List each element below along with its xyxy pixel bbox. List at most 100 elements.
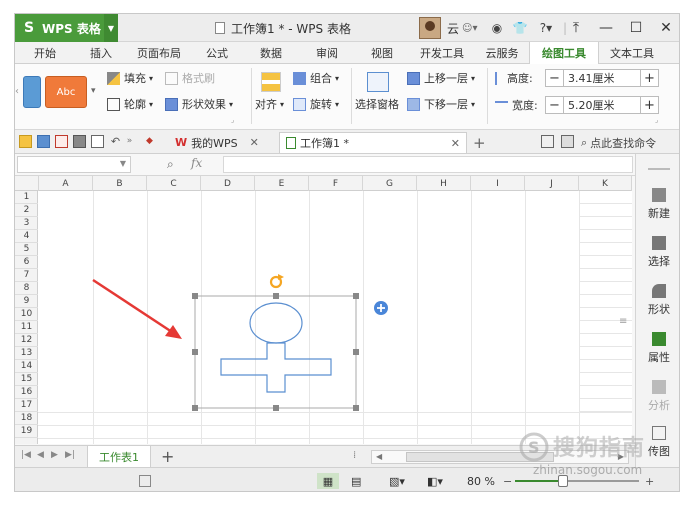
minimize-icon[interactable]: — [591, 14, 621, 42]
restore-layout-icon[interactable]: ⤒ [561, 14, 591, 42]
doc-tab-my-wps[interactable]: W 我的WPS ✕ [175, 132, 277, 153]
app-menu-button[interactable]: S WPS 表格 ▼ [15, 14, 118, 42]
resize-handle-e[interactable] [353, 349, 359, 355]
zoom-out-icon[interactable]: − [503, 473, 512, 489]
normal-view-icon[interactable]: ▦ [317, 473, 339, 489]
tab-page-layout[interactable]: 页面布局 [127, 42, 191, 64]
height-decrease-button[interactable]: − [546, 70, 564, 86]
width-increase-button[interactable]: + [640, 97, 658, 113]
scrollbar-thumb[interactable] [406, 452, 554, 462]
format-painter-button[interactable]: 格式刷 [165, 70, 215, 86]
resize-handle-n[interactable] [273, 293, 279, 299]
chevron-down-icon[interactable]: ▼ [104, 14, 118, 42]
print-icon[interactable] [73, 135, 86, 148]
panel-select-button[interactable]: 选择 [636, 236, 679, 269]
command-search[interactable]: ⌕ 点此查找命令 [581, 132, 656, 153]
next-sheet-icon[interactable]: ▶ [51, 450, 58, 460]
page-layout-view-icon[interactable]: ▤ [351, 473, 361, 489]
height-value[interactable]: 3.41厘米 [564, 70, 640, 86]
shape-effects-button[interactable]: 形状效果 ▾ [165, 96, 233, 112]
resize-handle-nw[interactable] [192, 293, 198, 299]
selection-frame[interactable] [194, 295, 357, 409]
zoom-slider[interactable] [515, 475, 639, 487]
shape-style-blue[interactable] [23, 76, 41, 108]
new-tab-button[interactable]: + [473, 132, 486, 153]
document-icon[interactable] [541, 135, 554, 148]
resize-handle-sw[interactable] [192, 405, 198, 411]
worksheet-grid[interactable]: A B C D E F G H I J K 1 2 3 4 5 6 7 8 9 … [15, 176, 632, 444]
scroll-grip-icon[interactable]: ≡ [619, 316, 627, 327]
align-button[interactable]: 对齐 ▾ [255, 96, 284, 112]
close-icon[interactable]: ✕ [651, 14, 679, 42]
skin-icon[interactable]: ◉ [489, 14, 505, 42]
tab-data[interactable]: 数据 [243, 42, 299, 64]
user-name[interactable]: 云 ☺▾ [447, 14, 477, 42]
scroll-right-icon[interactable]: ▶ [618, 452, 624, 461]
group-button[interactable]: 组合 ▾ [293, 70, 339, 86]
flag-icon[interactable] [561, 135, 574, 148]
height-stepper[interactable]: − 3.41厘米 + [545, 69, 659, 87]
rotate-button[interactable]: 旋转 ▾ [293, 96, 339, 112]
customize-icon[interactable]: ◆ [143, 135, 156, 148]
width-stepper[interactable]: − 5.20厘米 + [545, 96, 659, 114]
close-icon[interactable]: ✕ [250, 136, 259, 149]
formula-input[interactable] [223, 156, 633, 173]
panel-upload-image-button[interactable]: 传图 [636, 426, 679, 459]
open-icon[interactable] [19, 135, 32, 148]
shirt-icon[interactable]: 👕 [509, 14, 531, 42]
horizontal-scrollbar[interactable]: ◀ ▶ [371, 450, 629, 464]
resize-handle-s[interactable] [273, 405, 279, 411]
save-icon[interactable] [37, 135, 50, 148]
name-box[interactable]: ▼ [17, 156, 131, 173]
fill-button[interactable]: 填充 ▾ [107, 70, 153, 86]
dialog-launcher-icon[interactable]: ⌟ [231, 116, 234, 124]
tab-view[interactable]: 视图 [355, 42, 409, 64]
more-styles-icon[interactable]: ▾ [91, 86, 96, 96]
tab-insert[interactable]: 插入 [75, 42, 127, 64]
zoom-level[interactable]: 80 % [467, 473, 495, 489]
selection-pane-button[interactable]: 选择窗格 [355, 96, 399, 112]
height-increase-button[interactable]: + [640, 70, 658, 86]
tab-formulas[interactable]: 公式 [191, 42, 243, 64]
prev-sheet-icon[interactable]: ◀ [37, 450, 44, 460]
chevron-down-icon[interactable]: ▼ [120, 159, 126, 168]
page-break-view-icon[interactable]: ▧▾ [389, 473, 405, 489]
add-sheet-button[interactable]: + [161, 447, 174, 466]
tab-cloud[interactable]: 云服务 [475, 42, 529, 64]
cell-mode-icon[interactable] [139, 473, 151, 489]
dialog-launcher-icon[interactable]: ⌟ [655, 116, 658, 124]
zoom-slider-thumb[interactable] [558, 475, 569, 487]
zoom-in-icon[interactable]: + [645, 473, 654, 489]
close-icon[interactable]: ✕ [451, 137, 460, 150]
scroll-left-icon[interactable]: ◀ [376, 452, 382, 461]
export-pdf-icon[interactable] [55, 135, 68, 148]
tab-text-tools[interactable]: 文本工具 [599, 42, 665, 64]
shape-cross[interactable] [220, 342, 332, 393]
resize-handle-w[interactable] [192, 349, 198, 355]
shape-style-orange[interactable]: Abc [45, 76, 87, 108]
print-preview-icon[interactable] [91, 135, 104, 148]
last-sheet-icon[interactable]: ▶| [65, 450, 75, 460]
tab-developer[interactable]: 开发工具 [409, 42, 475, 64]
panel-properties-button[interactable]: 属性 [636, 332, 679, 365]
doc-tab-workbook1[interactable]: 工作簿1 * ✕ [279, 132, 467, 153]
tab-home[interactable]: 开始 [15, 42, 75, 64]
panel-analyze-button[interactable]: 分析 [636, 380, 679, 413]
panel-collapse-tab[interactable] [679, 276, 680, 346]
width-value[interactable]: 5.20厘米 [564, 97, 640, 113]
zoom-magnifier-icon[interactable]: ⌕ [167, 157, 174, 172]
scroll-left-icon[interactable]: ‹ [15, 86, 19, 97]
undo-icon[interactable]: ↶ [109, 135, 122, 148]
outline-button[interactable]: 轮廓 ▾ [107, 96, 153, 112]
fx-icon[interactable]: fx [191, 156, 202, 170]
resize-handle-se[interactable] [353, 405, 359, 411]
panel-new-button[interactable]: 新建 [636, 188, 679, 221]
tab-review[interactable]: 审阅 [299, 42, 355, 64]
sheet-tab-1[interactable]: 工作表1 [87, 446, 151, 468]
shape-ellipse[interactable] [249, 302, 303, 344]
avatar[interactable] [419, 17, 441, 39]
resize-handle-ne[interactable] [353, 293, 359, 299]
reading-view-icon[interactable]: ◧▾ [427, 473, 443, 489]
tab-drawing-tools[interactable]: 绘图工具 [529, 42, 599, 64]
maximize-icon[interactable]: ☐ [621, 14, 651, 42]
